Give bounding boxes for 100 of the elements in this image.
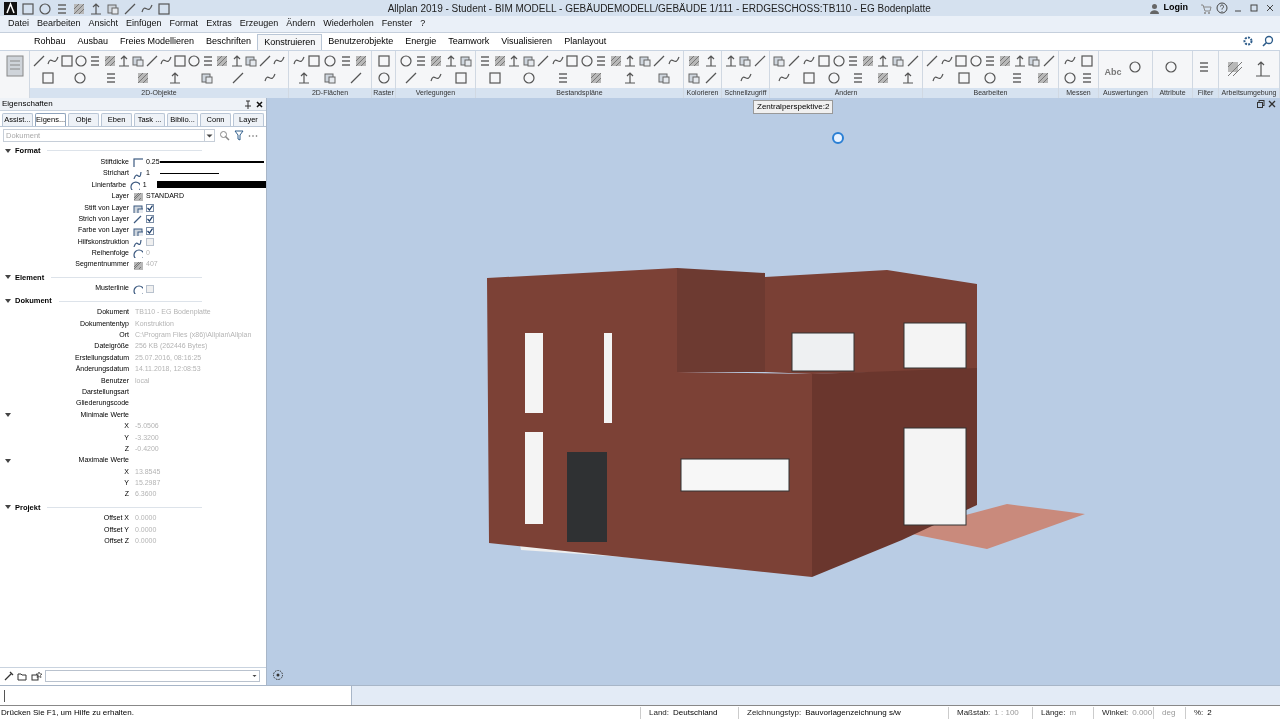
close-icon[interactable]: [255, 99, 264, 109]
tool-icon[interactable]: [875, 70, 890, 85]
ribbon-tab[interactable]: Planlayout: [558, 34, 613, 50]
ribbon-tab[interactable]: Energie: [399, 34, 443, 50]
abc-label[interactable]: Abc: [1104, 65, 1122, 80]
tool-icon[interactable]: [354, 54, 369, 69]
tool-icon[interactable]: [752, 54, 767, 69]
tool-icon[interactable]: [297, 70, 311, 85]
tool-icon[interactable]: [983, 70, 998, 85]
ribbon-tab[interactable]: Beschriften: [200, 34, 258, 50]
login-link[interactable]: Login: [1163, 1, 1188, 15]
tool-icon[interactable]: [507, 54, 522, 69]
folder-icon[interactable]: [17, 670, 28, 681]
tool-icon[interactable]: [652, 54, 667, 69]
tool-icon[interactable]: [215, 54, 230, 69]
collapse-arrow-icon[interactable]: [4, 411, 12, 419]
tool-icon[interactable]: [136, 70, 151, 85]
tool-icon[interactable]: [772, 54, 787, 69]
toolbar-icon[interactable]: [123, 1, 136, 15]
tool-icon[interactable]: [1062, 70, 1077, 85]
maximize-icon[interactable]: [1248, 2, 1260, 14]
menu-item[interactable]: Wiederholen: [319, 17, 378, 31]
tool-icon[interactable]: [623, 54, 638, 69]
tool-icon[interactable]: [875, 54, 890, 69]
tool-icon[interactable]: [703, 54, 718, 69]
menu-item[interactable]: ?: [416, 17, 430, 31]
tool-icon[interactable]: [900, 70, 915, 85]
tool-icon[interactable]: [589, 70, 604, 85]
menu-item[interactable]: Einfügen: [122, 17, 166, 31]
tool-icon[interactable]: [738, 54, 753, 69]
toolbar-icon[interactable]: [157, 1, 170, 15]
tool-icon[interactable]: [492, 54, 507, 69]
close-icon[interactable]: [1268, 100, 1276, 108]
toolbar-icon[interactable]: [21, 1, 34, 15]
toolbar-icon[interactable]: [89, 1, 102, 15]
tool-icon[interactable]: [890, 54, 905, 69]
menu-item[interactable]: Datei: [4, 17, 33, 31]
crosshair-icon[interactable]: [272, 669, 284, 681]
toolbar-icon[interactable]: [38, 1, 51, 15]
menu-item[interactable]: Ändern: [282, 17, 320, 31]
tool-icon[interactable]: [687, 54, 702, 69]
tool-icon[interactable]: [349, 70, 363, 85]
tool-icon[interactable]: [443, 54, 458, 69]
ribbon-tab[interactable]: Konstruieren: [257, 34, 323, 50]
tool-icon[interactable]: [74, 54, 89, 69]
tool-icon[interactable]: [72, 70, 87, 85]
tool-icon[interactable]: [608, 54, 623, 69]
tool-icon[interactable]: [167, 70, 182, 85]
checkbox[interactable]: [146, 226, 154, 235]
menu-item[interactable]: Fenster: [377, 17, 417, 31]
ribbon-tab[interactable]: Visualisieren: [495, 34, 559, 50]
tool-icon[interactable]: [398, 54, 413, 69]
tool-icon[interactable]: [1012, 54, 1027, 69]
help-icon[interactable]: [1216, 2, 1228, 14]
tool-icon[interactable]: [724, 54, 739, 69]
tool-icon[interactable]: [925, 54, 940, 69]
tool-icon[interactable]: [243, 54, 258, 69]
favorite-icon[interactable]: [31, 670, 42, 681]
checkbox[interactable]: [146, 284, 154, 293]
menu-item[interactable]: Ansicht: [84, 17, 123, 31]
tool-icon[interactable]: [144, 54, 159, 69]
checkbox[interactable]: [146, 203, 154, 212]
tool-icon[interactable]: [703, 70, 718, 85]
tool-icon[interactable]: [229, 54, 244, 69]
tool-icon[interactable]: [657, 70, 672, 85]
tool-icon[interactable]: [187, 54, 202, 69]
collapse-arrow-icon[interactable]: [4, 146, 12, 155]
tool-icon[interactable]: [231, 70, 246, 85]
menu-item[interactable]: Erzeugen: [235, 17, 283, 31]
dropdown-button[interactable]: [205, 129, 215, 142]
tool-icon[interactable]: [687, 70, 702, 85]
more-icon[interactable]: [248, 133, 258, 138]
close-icon[interactable]: [1264, 2, 1276, 14]
collapse-arrow-icon[interactable]: [4, 456, 12, 465]
ribbon-tab[interactable]: Benutzerobjekte: [322, 34, 400, 50]
checkbox[interactable]: [146, 215, 154, 224]
tool-icon[interactable]: [998, 54, 1012, 69]
tool-icon[interactable]: [826, 70, 841, 85]
tool-icon[interactable]: [1254, 59, 1272, 80]
search-icon[interactable]: [219, 130, 230, 141]
tool-icon[interactable]: [905, 54, 920, 69]
menu-item[interactable]: Bearbeiten: [33, 17, 85, 31]
tool-icon[interactable]: [521, 54, 536, 69]
tool-icon[interactable]: [1035, 70, 1050, 85]
toolbar-icon[interactable]: [55, 1, 68, 15]
tool-icon[interactable]: [536, 54, 551, 69]
ribbon-tab[interactable]: Teamwork: [442, 34, 496, 50]
tool-icon[interactable]: [579, 54, 594, 69]
tool-icon[interactable]: [623, 70, 638, 85]
checkbox[interactable]: [146, 237, 154, 246]
tool-icon[interactable]: [323, 54, 337, 69]
restore-icon[interactable]: [1257, 100, 1265, 108]
tool-icon[interactable]: [323, 70, 337, 85]
tool-icon[interactable]: [199, 70, 214, 85]
ribbon-tab[interactable]: Ausbau: [71, 34, 115, 50]
tool-icon[interactable]: [32, 54, 47, 69]
eyedropper-icon[interactable]: [4, 670, 14, 681]
toolbar-icon[interactable]: [72, 1, 85, 15]
tool-icon[interactable]: [831, 54, 846, 69]
ribbon-tab[interactable]: Freies Modellieren: [114, 34, 201, 50]
